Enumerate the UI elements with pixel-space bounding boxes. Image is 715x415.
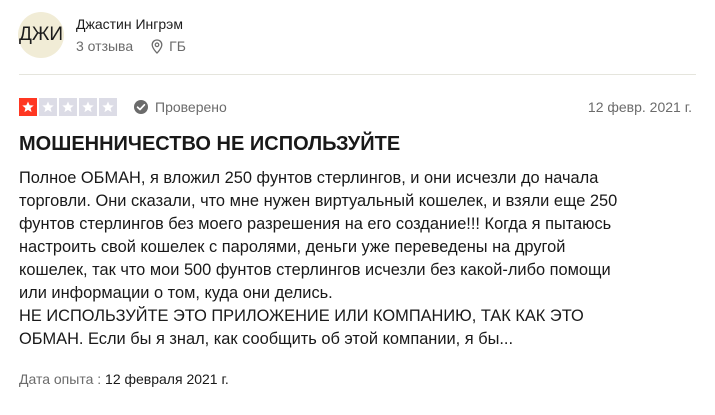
star-icon bbox=[79, 98, 97, 116]
review-date: 12 февр. 2021 г. bbox=[587, 99, 692, 115]
review-card: ДЖИ Джастин Ингрэм 3 отзыва ГБ Проверено… bbox=[0, 0, 715, 415]
verified-label: Проверено bbox=[155, 99, 227, 115]
review-body: Полное ОБМАН, я вложил 250 фунтов стерли… bbox=[19, 167, 699, 351]
verified-badge[interactable]: Проверено bbox=[133, 99, 227, 115]
avatar-initials: ДЖИ bbox=[18, 24, 64, 45]
review-text-line: кошелек, так что мои 500 фунтов стерлинг… bbox=[19, 261, 611, 279]
star-icon bbox=[19, 98, 37, 116]
avatar[interactable]: ДЖИ bbox=[18, 12, 64, 58]
review-text-line: настроить свой кошелек с паролями, деньг… bbox=[19, 238, 566, 256]
star-icon bbox=[59, 98, 77, 116]
review-text-line: Полное ОБМАН, я вложил 250 фунтов стерли… bbox=[19, 169, 599, 187]
star-rating bbox=[19, 98, 117, 116]
star-icon bbox=[99, 98, 117, 116]
reviewer-name[interactable]: Джастин Ингрэм bbox=[76, 15, 186, 33]
header-divider bbox=[19, 74, 696, 75]
experience-date: Дата опыта : 12 февраля 2021 г. bbox=[19, 371, 696, 387]
reviewer-info: Джастин Ингрэм 3 отзыва ГБ bbox=[76, 15, 186, 55]
review-title[interactable]: МОШЕННИЧЕСТВО НЕ ИСПОЛЬЗУЙТЕ bbox=[19, 131, 696, 157]
review-text-line: ОБМАН. Если бы я знал, как сообщить об э… bbox=[19, 330, 514, 348]
reviews-count: 3 отзыва bbox=[76, 38, 134, 54]
reviewer-meta: 3 отзыва ГБ bbox=[76, 37, 186, 55]
map-pin-icon bbox=[151, 38, 163, 54]
rating-row: Проверено 12 февр. 2021 г. bbox=[19, 97, 696, 117]
reviewer-country: ГБ bbox=[169, 38, 186, 54]
check-circle-icon bbox=[133, 99, 149, 115]
experience-date-value: 12 февраля 2021 г. bbox=[105, 371, 229, 387]
reviewer-header: ДЖИ Джастин Ингрэм 3 отзыва ГБ bbox=[18, 0, 696, 66]
star-icon bbox=[39, 98, 57, 116]
review-text-line: фунтов стерлингов без моего разрешения н… bbox=[19, 215, 612, 233]
review-text-line: НЕ ИСПОЛЬЗУЙТЕ ЭТО ПРИЛОЖЕНИЕ ИЛИ КОМПАН… bbox=[19, 307, 584, 325]
review-text-line: или информации о том, куда они делись. bbox=[19, 284, 333, 302]
review-text-line: торговли. Они сказали, что мне нужен вир… bbox=[19, 192, 618, 210]
experience-label: Дата опыта : bbox=[19, 371, 102, 387]
